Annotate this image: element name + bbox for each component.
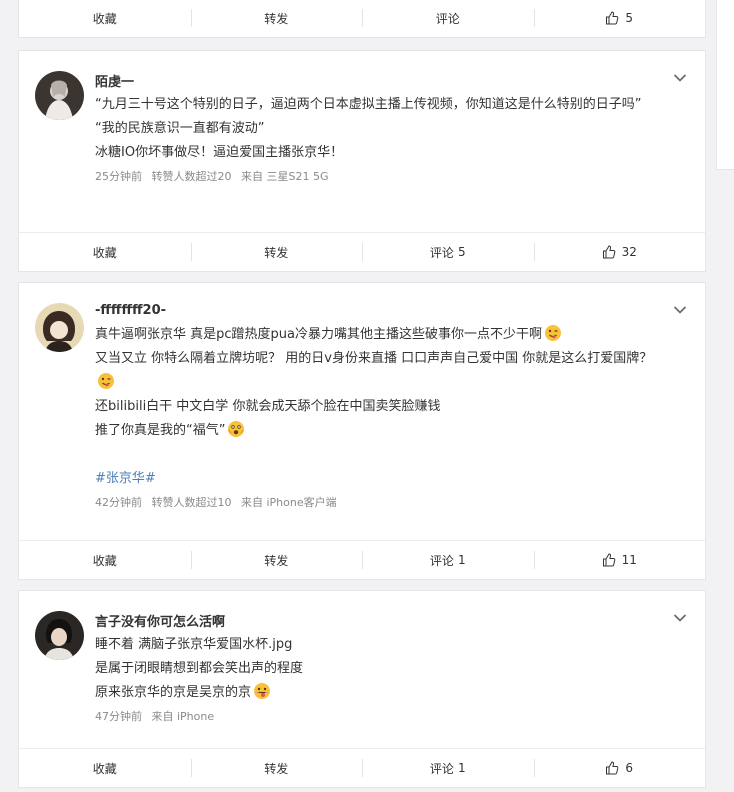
chevron-down-icon[interactable] [673, 73, 687, 83]
wink-tongue-emoji-icon [545, 325, 561, 341]
collect-label: 收藏 [92, 11, 117, 26]
comment-label: 评论 [429, 761, 454, 776]
post-text: “九月三十号这个特别的日子，逼迫两个日本虚拟主播上传视频，你知道这是什么特别的日… [95, 93, 665, 189]
avatar[interactable] [35, 71, 84, 120]
like-count: 32 [621, 245, 637, 259]
comment-label: 评论 [429, 553, 454, 568]
collect-label: 收藏 [92, 553, 117, 568]
action-bar: 收藏 转发 评论 5 [19, 0, 705, 37]
collect-button[interactable]: 收藏 [19, 0, 191, 37]
comment-button[interactable]: 评论 5 [362, 233, 534, 271]
comment-button[interactable]: 评论 1 [362, 749, 534, 787]
repost-button[interactable]: 转发 [190, 233, 363, 271]
chevron-down-icon[interactable] [673, 305, 687, 315]
post-line: 真牛逼啊张京华 真是pc蹭热度pua冷暴力嘴其他主播这些破事你一点不少干啊 [95, 323, 665, 347]
wink-tongue-emoji-icon [98, 373, 114, 389]
like-count: 6 [625, 761, 634, 775]
username[interactable]: -ffffffff20- [95, 303, 166, 318]
repost-button[interactable]: 转发 [190, 749, 363, 787]
thumbs-up-icon [606, 761, 619, 775]
like-button[interactable]: 5 [533, 0, 706, 37]
comment-count: 1 [457, 553, 466, 567]
post-text: 真牛逼啊张京华 真是pc蹭热度pua冷暴力嘴其他主播这些破事你一点不少干啊 又当… [95, 323, 665, 515]
post-source: 来自 iPhone客户端 [241, 496, 337, 509]
post-card: 陌虔一 “九月三十号这个特别的日子，逼迫两个日本虚拟主播上传视频，你知道这是什么… [18, 50, 706, 272]
post-line: 是属于闭眼睛想到都会笑出声的程度 [95, 661, 304, 676]
collect-button[interactable]: 收藏 [19, 233, 191, 271]
comment-button[interactable]: 评论 [362, 0, 534, 37]
thumbs-up-icon [602, 553, 615, 567]
right-side-panel [716, 0, 734, 170]
post-line: 原来张京华的京是吴京的京 [95, 681, 665, 705]
post-source: 来自 iPhone [151, 710, 215, 723]
action-bar: 收藏 转发 评论 1 6 [19, 748, 705, 787]
post-line: 又当又立 你特么隔着立牌坊呢？ 用的日v身份来直播 口口声声自己爱中国 你就是这… [95, 347, 665, 395]
tongue-out-emoji-icon [254, 683, 271, 699]
post-meta: 47分钟前 来自 iPhone [95, 705, 665, 729]
repost-button[interactable]: 转发 [190, 541, 363, 579]
post-source: 来自 三星S21 5G [241, 170, 329, 183]
repost-button[interactable]: 转发 [190, 0, 363, 37]
repost-label: 转发 [264, 761, 289, 776]
repost-label: 转发 [264, 11, 289, 26]
comment-button[interactable]: 评论 1 [362, 541, 534, 579]
post-line: 睡不着 满脑子张京华爱国水杯.jpg [95, 637, 293, 652]
post-text: 睡不着 满脑子张京华爱国水杯.jpg 是属于闭眼睛想到都会笑出声的程度 原来张京… [95, 633, 665, 729]
action-bar: 收藏 转发 评论 5 32 [19, 232, 705, 271]
comment-label: 评论 [435, 11, 460, 26]
post-line: 冰糖IO你坏事做尽！逼迫爱国主播张京华！ [95, 145, 344, 160]
repost-label: 转发 [264, 553, 289, 568]
username[interactable]: 言子没有你可怎么活啊 [95, 611, 225, 630]
like-count: 11 [621, 553, 637, 567]
post-line: 推了你真是我的“福气” [95, 419, 665, 443]
post-line: 还bilibili白干 中文白学 你就会成天舔个脸在中国卖笑脸赚钱 [95, 399, 441, 414]
post-line: “我的民族意识一直都有波动” [95, 121, 265, 136]
post-line: “九月三十号这个特别的日子，逼迫两个日本虚拟主播上传视频，你知道这是什么特别的日… [95, 97, 642, 112]
shocked-emoji-icon [228, 421, 245, 437]
collect-button[interactable]: 收藏 [19, 749, 191, 787]
repost-label: 转发 [264, 245, 289, 260]
thumbs-up-icon [606, 11, 619, 25]
post-meta: 25分钟前 转赞人数超过20 来自 三星S21 5G [95, 165, 665, 189]
comment-count: 5 [457, 245, 466, 259]
collect-label: 收藏 [92, 761, 117, 776]
collect-label: 收藏 [92, 245, 117, 260]
collect-button[interactable]: 收藏 [19, 541, 191, 579]
post-meta: 42分钟前 转赞人数超过10 来自 iPhone客户端 [95, 491, 665, 515]
like-button[interactable]: 6 [533, 749, 706, 787]
post-card: 言子没有你可怎么活啊 睡不着 满脑子张京华爱国水杯.jpg 是属于闭眼睛想到都会… [18, 590, 706, 788]
post-time[interactable]: 25分钟前 [95, 170, 142, 183]
like-button[interactable]: 11 [533, 541, 706, 579]
repost-info: 转赞人数超过10 [151, 496, 232, 509]
thumbs-up-icon [602, 245, 615, 259]
post-card: -ffffffff20- 真牛逼啊张京华 真是pc蹭热度pua冷暴力嘴其他主播这… [18, 282, 706, 580]
avatar[interactable] [35, 611, 84, 660]
post-time[interactable]: 47分钟前 [95, 710, 142, 723]
username[interactable]: 陌虔一 [95, 71, 134, 90]
comment-label: 评论 [429, 245, 454, 260]
hashtag-link[interactable]: #张京华# [95, 467, 665, 491]
chevron-down-icon[interactable] [673, 613, 687, 623]
comment-count: 1 [457, 761, 466, 775]
repost-info: 转赞人数超过20 [151, 170, 232, 183]
avatar[interactable] [35, 303, 84, 352]
like-count: 5 [625, 11, 634, 25]
action-bar: 收藏 转发 评论 1 11 [19, 540, 705, 579]
post-card-previous: 收藏 转发 评论 5 [18, 0, 706, 38]
post-time[interactable]: 42分钟前 [95, 496, 142, 509]
like-button[interactable]: 32 [533, 233, 706, 271]
